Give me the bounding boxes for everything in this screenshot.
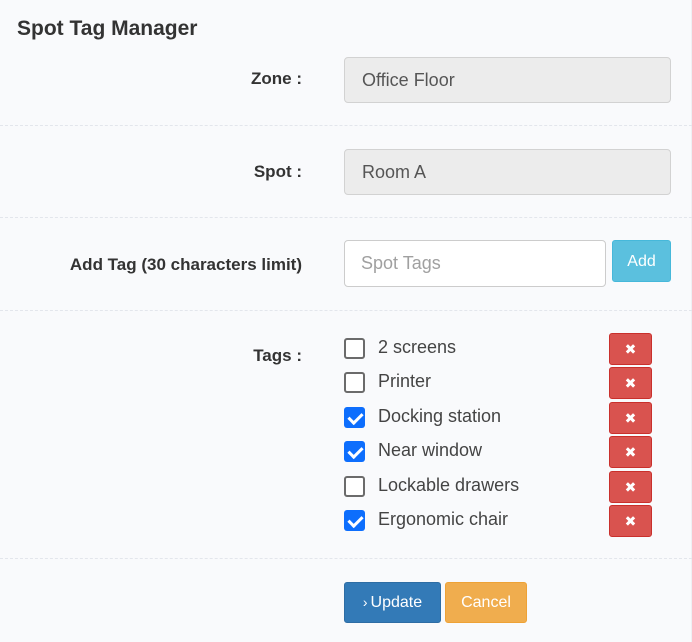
tag-item: Near window ✖: [344, 436, 654, 469]
tag-label[interactable]: Lockable drawers: [378, 475, 519, 496]
spot-tag-manager-panel: Spot Tag Manager Zone : Office Floor Spo…: [0, 0, 692, 642]
add-tag-label: Add Tag (30 characters limit): [69, 255, 302, 274]
tag-label[interactable]: 2 screens: [378, 337, 456, 358]
update-button[interactable]: › Update: [344, 582, 441, 623]
times-icon: ✖: [624, 341, 637, 357]
tag-item: Printer ✖: [344, 367, 654, 400]
delete-tag-button[interactable]: ✖: [609, 333, 652, 365]
delete-tag-button[interactable]: ✖: [609, 401, 652, 434]
times-icon: ✖: [624, 409, 637, 426]
tag-label[interactable]: Printer: [378, 371, 431, 392]
page-title: Spot Tag Manager: [17, 17, 198, 40]
tag-label[interactable]: Docking station: [378, 406, 501, 427]
update-button-label: Update: [370, 594, 423, 611]
row-divider: [0, 558, 692, 559]
row-divider: [0, 217, 692, 218]
spot-field: Room A: [344, 149, 671, 195]
chevron-right-icon: ›: [362, 594, 368, 610]
spot-label: Spot :: [253, 162, 302, 181]
tag-checkbox[interactable]: [344, 406, 365, 428]
add-tag-input[interactable]: [344, 240, 606, 287]
tag-item: 2 screens ✖: [344, 333, 654, 365]
delete-tag-button[interactable]: ✖: [609, 367, 652, 400]
add-tag-button[interactable]: Add: [612, 240, 671, 282]
times-icon: ✖: [624, 444, 637, 461]
tag-checkbox[interactable]: [344, 338, 365, 359]
tag-item: Lockable drawers ✖: [344, 470, 654, 503]
times-icon: ✖: [624, 513, 637, 529]
tag-item: Docking station ✖: [344, 401, 654, 434]
tag-checkbox[interactable]: [344, 441, 365, 463]
delete-tag-button[interactable]: ✖: [609, 505, 652, 537]
tag-item: Ergonomic chair ✖: [344, 505, 654, 537]
row-divider: [0, 310, 692, 311]
tag-checkbox[interactable]: [344, 510, 365, 531]
zone-label: Zone :: [251, 69, 302, 88]
times-icon: ✖: [624, 478, 637, 495]
tag-label[interactable]: Ergonomic chair: [378, 509, 508, 530]
tag-checkbox[interactable]: [344, 475, 365, 497]
tag-checkbox[interactable]: [344, 372, 365, 394]
cancel-button[interactable]: Cancel: [445, 582, 527, 623]
delete-tag-button[interactable]: ✖: [609, 470, 652, 503]
zone-field: Office Floor: [344, 57, 671, 103]
times-icon: ✖: [624, 375, 637, 392]
row-divider: [0, 125, 692, 126]
tag-label[interactable]: Near window: [378, 440, 482, 461]
tags-label: Tags :: [253, 346, 302, 365]
delete-tag-button[interactable]: ✖: [609, 436, 652, 469]
